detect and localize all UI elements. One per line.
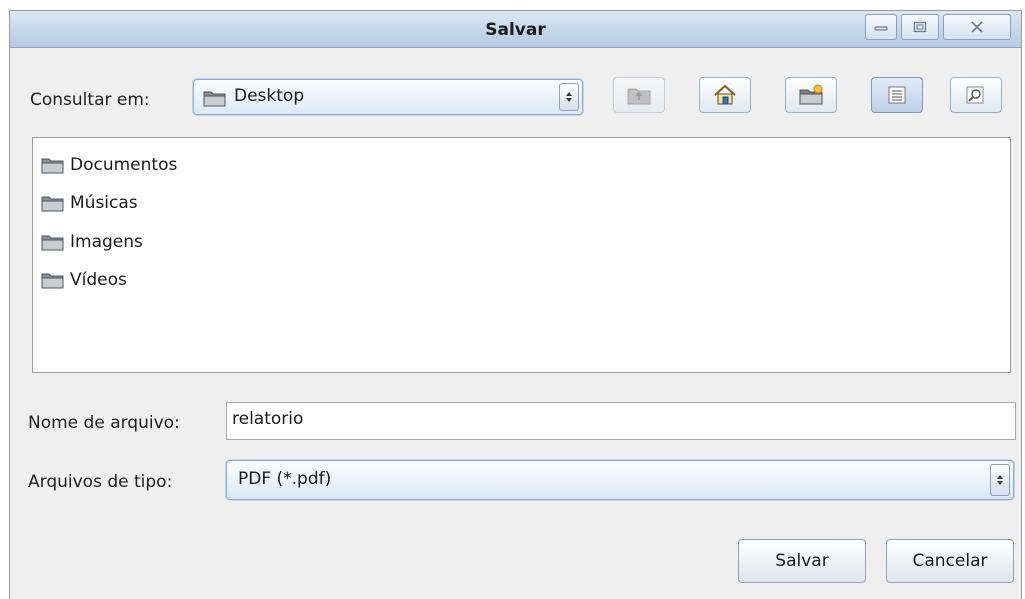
filetype-label: Arquivos de tipo: — [28, 472, 173, 492]
folder-up-icon — [627, 88, 651, 105]
folder-icon — [41, 273, 64, 289]
title-bar[interactable]: Salvar — [10, 11, 1021, 48]
up-one-level-button[interactable] — [613, 77, 665, 113]
folder-icon — [41, 196, 64, 212]
minimize-button[interactable] — [865, 14, 897, 40]
updown-arrow-icon — [566, 92, 572, 102]
details-view-button[interactable] — [950, 77, 1002, 113]
filename-input[interactable] — [232, 409, 981, 429]
filetype-combobox[interactable]: PDF (*.pdf) — [226, 460, 1014, 500]
list-item[interactable]: Músicas — [41, 192, 138, 214]
details-view-icon — [966, 86, 984, 104]
folder-icon — [41, 235, 64, 251]
list-view-icon — [888, 86, 906, 104]
file-name: Músicas — [70, 193, 138, 213]
file-name: Vídeos — [70, 270, 127, 290]
home-button[interactable] — [699, 77, 751, 113]
updown-arrow-icon — [997, 475, 1003, 485]
filetype-dropdown-arrow[interactable] — [990, 464, 1010, 496]
maximize-icon — [913, 21, 927, 33]
filename-field[interactable] — [226, 402, 1016, 440]
cancel-button[interactable]: Cancelar — [886, 539, 1014, 583]
list-item[interactable]: Documentos — [41, 154, 177, 176]
folder-icon — [41, 158, 64, 174]
new-folder-icon — [799, 84, 823, 105]
maximize-button[interactable] — [901, 14, 939, 40]
save-dialog: Salvar Consultar em: Desktop Documentos … — [9, 10, 1022, 599]
filename-label: Nome de arquivo: — [28, 413, 180, 433]
lookin-value: Desktop — [234, 86, 305, 106]
close-button[interactable] — [943, 14, 1011, 40]
folder-icon — [203, 91, 226, 107]
close-icon — [971, 21, 983, 33]
list-item[interactable]: Vídeos — [41, 269, 127, 291]
file-name: Imagens — [70, 232, 143, 252]
file-name: Documentos — [70, 155, 178, 175]
new-folder-button[interactable] — [785, 77, 837, 113]
home-icon — [714, 84, 736, 105]
list-item[interactable]: Imagens — [41, 231, 143, 253]
file-list[interactable]: Documentos Músicas Imagens Vídeos — [32, 137, 1011, 373]
save-button[interactable]: Salvar — [738, 539, 866, 583]
minimize-icon — [874, 26, 888, 31]
lookin-label: Consultar em: — [30, 90, 150, 110]
filetype-value: PDF (*.pdf) — [238, 469, 332, 489]
lookin-combobox[interactable]: Desktop — [193, 79, 583, 115]
lookin-dropdown-arrow[interactable] — [559, 83, 579, 111]
list-view-button[interactable] — [871, 77, 923, 113]
